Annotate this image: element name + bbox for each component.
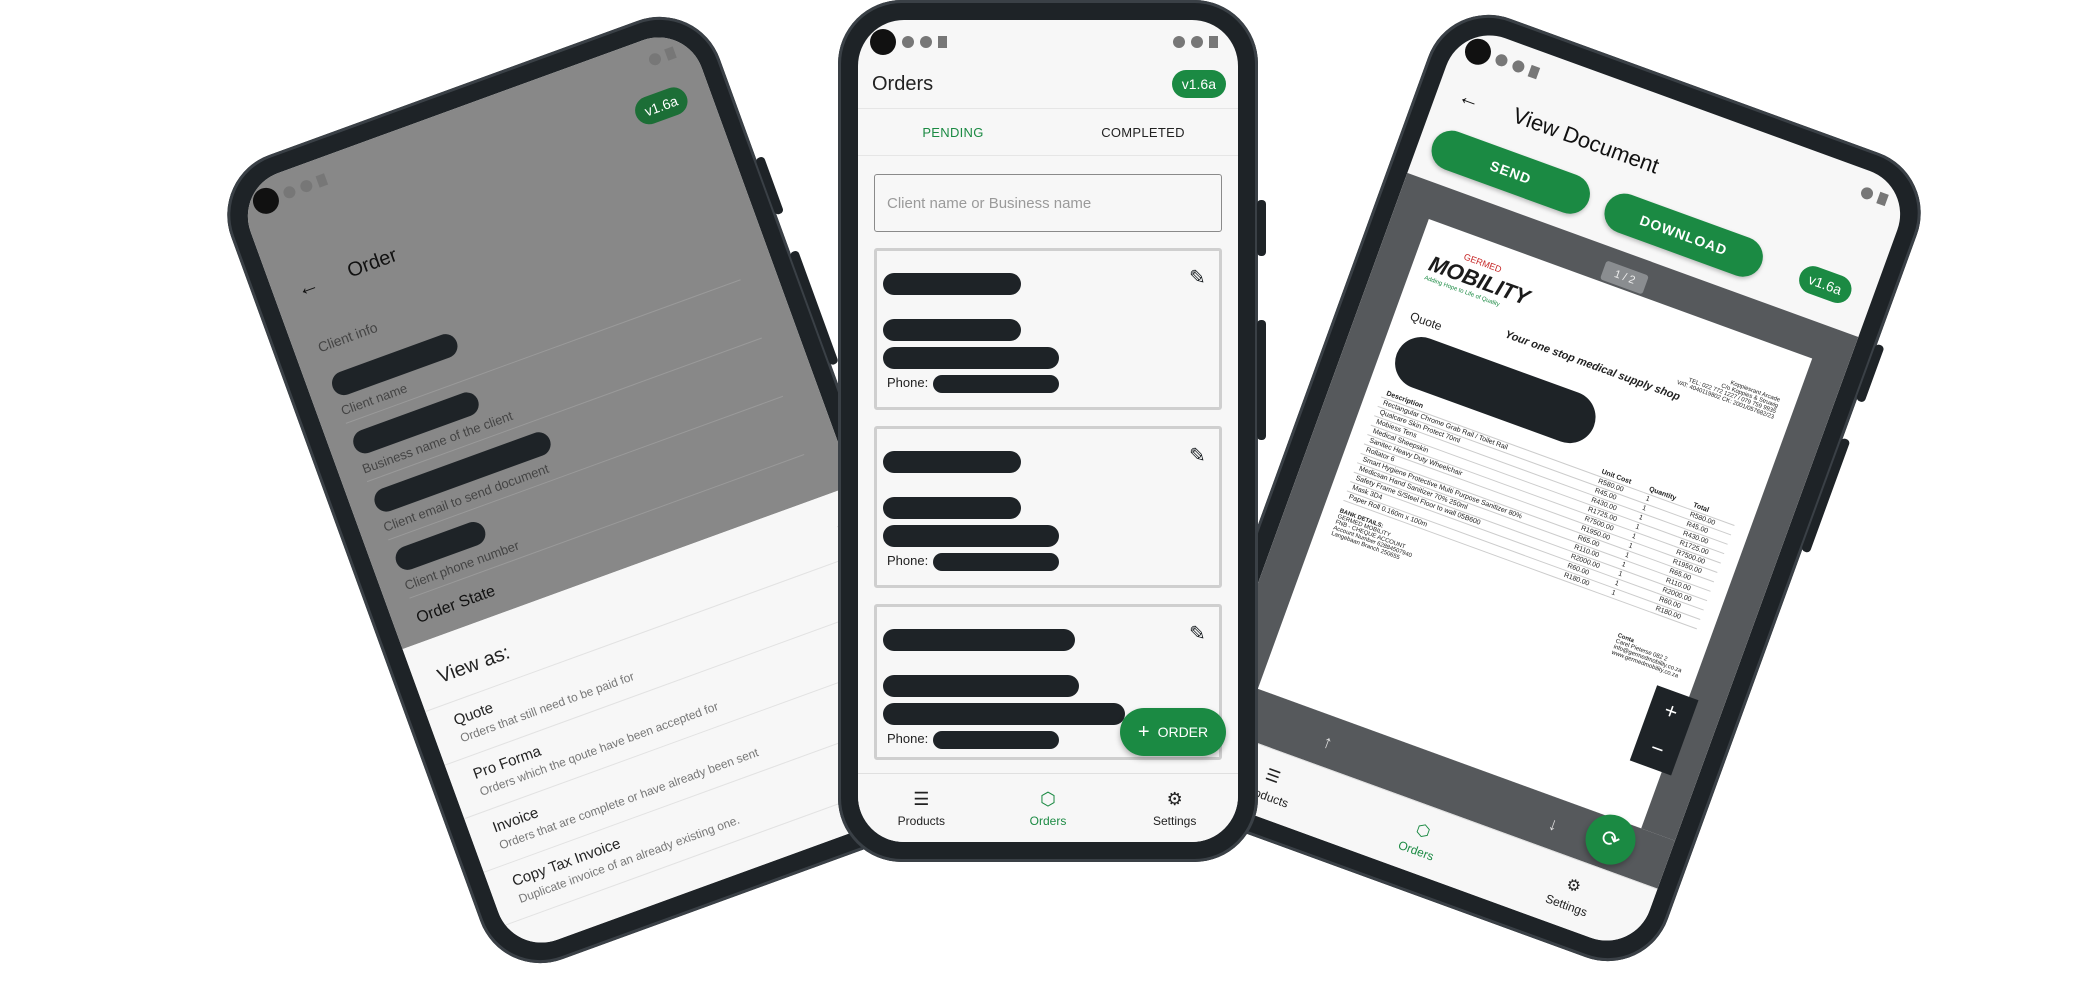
status-icon xyxy=(1510,58,1527,75)
phone-label: Phone: xyxy=(887,375,929,390)
order-tabs: PENDING COMPLETED xyxy=(858,108,1238,156)
order-card[interactable]: ✎ Phone: xyxy=(874,248,1222,410)
back-arrow-icon[interactable]: ← xyxy=(293,271,323,303)
sheet-title: View as: xyxy=(434,641,513,688)
phone-label: Phone: xyxy=(887,553,929,568)
page-title: Orders xyxy=(872,72,934,95)
redacted-phone xyxy=(933,375,1059,393)
list-icon: ☰ xyxy=(913,788,930,809)
status-icon xyxy=(920,36,932,48)
battery-icon xyxy=(664,46,677,61)
status-icon xyxy=(902,36,914,48)
signal-icon xyxy=(1191,36,1203,48)
back-arrow-icon[interactable]: ← xyxy=(1455,83,1484,115)
redacted-business xyxy=(883,319,1021,341)
nav-label: Products xyxy=(897,813,946,828)
redacted-business xyxy=(883,497,1021,519)
order-card[interactable]: ✎ Phone: xyxy=(874,426,1222,588)
status-icon xyxy=(298,178,315,194)
redacted-business xyxy=(883,675,1079,697)
edit-icon[interactable]: ✎ xyxy=(1189,443,1211,467)
phone-label: Phone: xyxy=(887,731,929,746)
sim-icon xyxy=(315,173,329,188)
camera-hole xyxy=(249,184,283,218)
center-screen: Orders v1.6a PENDING COMPLETED Client na… xyxy=(858,20,1238,842)
search-input[interactable]: Client name or Business name xyxy=(874,174,1222,232)
new-order-fab[interactable]: + ORDER xyxy=(1120,708,1226,756)
edit-icon[interactable]: ✎ xyxy=(1189,265,1211,289)
redacted-email xyxy=(883,347,1059,369)
redacted-phone xyxy=(933,553,1059,571)
bottom-nav: ☰ Products ⬡ Orders ⚙ Settings xyxy=(858,773,1238,842)
refresh-icon: ⟳ xyxy=(1597,824,1624,855)
redacted-client-name xyxy=(883,451,1021,473)
nav-label: Settings xyxy=(1153,813,1197,828)
status-icon xyxy=(1493,52,1510,68)
nav-orders[interactable]: ⬡ Orders xyxy=(985,774,1112,842)
arrow-up-icon[interactable]: ↑ xyxy=(1320,731,1335,754)
center-phone: Orders v1.6a PENDING COMPLETED Client na… xyxy=(838,0,1266,862)
nav-products[interactable]: ☰ Products xyxy=(858,774,985,842)
redacted-client-name xyxy=(883,629,1075,651)
redacted-client-name xyxy=(883,273,1021,295)
nav-settings[interactable]: ⚙ Settings xyxy=(1111,774,1238,842)
wifi-icon xyxy=(1859,185,1875,202)
wifi-icon xyxy=(1173,36,1185,48)
list-icon: ☰ xyxy=(1262,766,1283,788)
sim-icon xyxy=(938,36,947,48)
gear-icon: ⚙ xyxy=(1563,875,1583,897)
version-badge: v1.6a xyxy=(630,83,692,129)
redacted-phone xyxy=(933,731,1059,749)
box-icon: ⬡ xyxy=(1040,788,1056,809)
camera-hole xyxy=(870,29,896,55)
nav-label: Settings xyxy=(1543,891,1590,920)
battery-icon xyxy=(1209,36,1218,48)
page-title: Order xyxy=(344,243,400,282)
edit-icon[interactable]: ✎ xyxy=(1189,621,1211,645)
plus-icon: + xyxy=(1137,720,1150,743)
section-client-info: Client info xyxy=(315,318,380,356)
right-screen: ← View Document SEND DOWNLOAD v1.6a 1 / … xyxy=(1182,22,1914,954)
arrow-down-icon[interactable]: ↓ xyxy=(1546,813,1561,836)
version-badge: v1.6a xyxy=(1171,70,1226,98)
tab-pending[interactable]: PENDING xyxy=(858,109,1048,155)
version-badge: v1.6a xyxy=(1794,262,1856,307)
status-icon xyxy=(281,184,298,200)
redacted-email xyxy=(883,525,1059,547)
tab-completed[interactable]: COMPLETED xyxy=(1048,109,1238,155)
nav-label: Orders xyxy=(1029,813,1067,828)
sim-icon xyxy=(1527,64,1541,80)
redacted-email xyxy=(883,703,1125,725)
right-phone: ← View Document SEND DOWNLOAD v1.6a 1 / … xyxy=(1157,0,1939,980)
nav-label: Orders xyxy=(1396,837,1436,864)
box-icon: ⬡ xyxy=(1413,821,1433,842)
contact-details: Conta Carel Pieterse 082 2 info@germedmo… xyxy=(1610,632,1683,680)
gear-icon: ⚙ xyxy=(1166,788,1183,809)
camera-hole xyxy=(1461,35,1495,69)
battery-icon xyxy=(1876,191,1889,207)
wifi-icon xyxy=(647,51,663,67)
fab-label: ORDER xyxy=(1157,724,1209,740)
